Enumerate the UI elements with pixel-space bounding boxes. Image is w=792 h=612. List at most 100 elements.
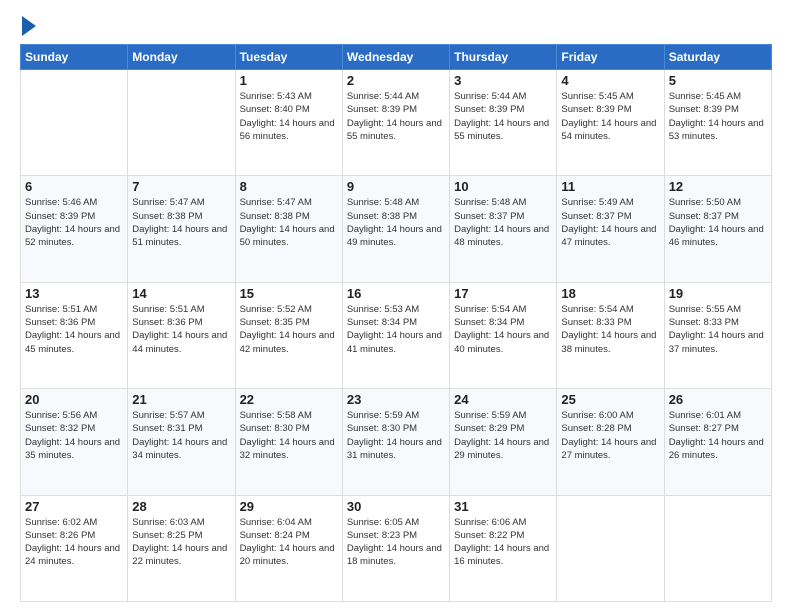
day-number: 30	[347, 499, 445, 514]
day-number: 31	[454, 499, 552, 514]
weekday-header-sunday: Sunday	[21, 45, 128, 70]
calendar-cell: 13Sunrise: 5:51 AMSunset: 8:36 PMDayligh…	[21, 282, 128, 388]
day-info: Sunrise: 5:58 AMSunset: 8:30 PMDaylight:…	[240, 409, 338, 462]
day-info: Sunrise: 5:59 AMSunset: 8:30 PMDaylight:…	[347, 409, 445, 462]
day-info: Sunrise: 5:59 AMSunset: 8:29 PMDaylight:…	[454, 409, 552, 462]
calendar-cell: 25 Sunrise: 6:00 AMSunset: 8:28 PMDayligh…	[557, 389, 664, 495]
day-number: 5	[669, 73, 767, 88]
weekday-header-friday: Friday	[557, 45, 664, 70]
day-info: Sunrise: 5:57 AMSunset: 8:31 PMDaylight:…	[132, 409, 230, 462]
weekday-header-tuesday: Tuesday	[235, 45, 342, 70]
day-number: 26	[669, 392, 767, 407]
calendar-cell: 9 Sunrise: 5:48 AMSunset: 8:38 PMDaylight…	[342, 176, 449, 282]
day-number: 8	[240, 179, 338, 194]
calendar-cell: 16 Sunrise: 5:53 AMSunset: 8:34 PMDayligh…	[342, 282, 449, 388]
day-info: Sunrise: 5:48 AMSunset: 8:37 PMDaylight:…	[454, 196, 552, 249]
day-info: Sunrise: 6:01 AMSunset: 8:27 PMDaylight:…	[669, 409, 767, 462]
weekday-header-thursday: Thursday	[450, 45, 557, 70]
calendar-page: SundayMondayTuesdayWednesdayThursdayFrid…	[0, 0, 792, 612]
calendar-cell: 15 Sunrise: 5:52 AMSunset: 8:35 PMDayligh…	[235, 282, 342, 388]
calendar-cell: 26 Sunrise: 6:01 AMSunset: 8:27 PMDayligh…	[664, 389, 771, 495]
calendar-cell: 2Sunrise: 5:44 AMSunset: 8:39 PMDaylight…	[342, 70, 449, 176]
day-number: 19	[669, 286, 767, 301]
calendar-cell: 21 Sunrise: 5:57 AMSunset: 8:31 PMDayligh…	[128, 389, 235, 495]
day-number: 25	[561, 392, 659, 407]
day-number: 22	[240, 392, 338, 407]
calendar-cell: 3 Sunrise: 5:44 AMSunset: 8:39 PMDaylight…	[450, 70, 557, 176]
calendar-week-5: 27 Sunrise: 6:02 AMSunset: 8:26 PMDayligh…	[21, 495, 772, 601]
calendar-cell: 17Sunrise: 5:54 AMSunset: 8:34 PMDayligh…	[450, 282, 557, 388]
day-info: Sunrise: 5:47 AMSunset: 8:38 PMDaylight:…	[240, 196, 338, 249]
day-number: 18	[561, 286, 659, 301]
calendar-cell	[128, 70, 235, 176]
day-number: 4	[561, 73, 659, 88]
calendar-cell: 8 Sunrise: 5:47 AMSunset: 8:38 PMDaylight…	[235, 176, 342, 282]
day-info: Sunrise: 6:00 AMSunset: 8:28 PMDaylight:…	[561, 409, 659, 462]
day-info: Sunrise: 5:48 AMSunset: 8:38 PMDaylight:…	[347, 196, 445, 249]
calendar-week-4: 20 Sunrise: 5:56 AMSunset: 8:32 PMDayligh…	[21, 389, 772, 495]
day-number: 2	[347, 73, 445, 88]
calendar-cell: 10 Sunrise: 5:48 AMSunset: 8:37 PMDayligh…	[450, 176, 557, 282]
calendar-cell: 6 Sunrise: 5:46 AMSunset: 8:39 PMDaylight…	[21, 176, 128, 282]
day-number: 12	[669, 179, 767, 194]
weekday-header-monday: Monday	[128, 45, 235, 70]
day-info: Sunrise: 5:49 AMSunset: 8:37 PMDaylight:…	[561, 196, 659, 249]
calendar-cell: 1 Sunrise: 5:43 AMSunset: 8:40 PMDaylight…	[235, 70, 342, 176]
calendar-cell	[21, 70, 128, 176]
day-number: 24	[454, 392, 552, 407]
logo-arrow-icon	[22, 16, 36, 36]
day-number: 9	[347, 179, 445, 194]
calendar-cell: 5 Sunrise: 5:45 AMSunset: 8:39 PMDaylight…	[664, 70, 771, 176]
day-info: Sunrise: 6:03 AMSunset: 8:25 PMDaylight:…	[132, 516, 230, 569]
day-number: 21	[132, 392, 230, 407]
calendar-cell: 22 Sunrise: 5:58 AMSunset: 8:30 PMDayligh…	[235, 389, 342, 495]
day-info: Sunrise: 5:45 AMSunset: 8:39 PMDaylight:…	[561, 90, 659, 143]
weekday-header-wednesday: Wednesday	[342, 45, 449, 70]
calendar-cell: 19 Sunrise: 5:55 AMSunset: 8:33 PMDayligh…	[664, 282, 771, 388]
day-info: Sunrise: 5:46 AMSunset: 8:39 PMDaylight:…	[25, 196, 123, 249]
day-info: Sunrise: 5:43 AMSunset: 8:40 PMDaylight:…	[240, 90, 338, 143]
day-info: Sunrise: 5:53 AMSunset: 8:34 PMDaylight:…	[347, 303, 445, 356]
logo	[20, 16, 36, 36]
day-info: Sunrise: 5:44 AMSunset: 8:39 PMDaylight:…	[454, 90, 552, 143]
day-number: 10	[454, 179, 552, 194]
page-header	[20, 16, 772, 36]
calendar-cell: 27 Sunrise: 6:02 AMSunset: 8:26 PMDayligh…	[21, 495, 128, 601]
calendar-cell: 28 Sunrise: 6:03 AMSunset: 8:25 PMDayligh…	[128, 495, 235, 601]
calendar-cell	[557, 495, 664, 601]
calendar-cell	[664, 495, 771, 601]
calendar-cell: 12Sunrise: 5:50 AMSunset: 8:37 PMDayligh…	[664, 176, 771, 282]
day-number: 11	[561, 179, 659, 194]
day-number: 27	[25, 499, 123, 514]
day-number: 6	[25, 179, 123, 194]
day-info: Sunrise: 6:02 AMSunset: 8:26 PMDaylight:…	[25, 516, 123, 569]
calendar-week-3: 13Sunrise: 5:51 AMSunset: 8:36 PMDayligh…	[21, 282, 772, 388]
day-number: 20	[25, 392, 123, 407]
day-number: 3	[454, 73, 552, 88]
day-number: 16	[347, 286, 445, 301]
calendar-week-2: 6 Sunrise: 5:46 AMSunset: 8:39 PMDaylight…	[21, 176, 772, 282]
calendar-cell: 20 Sunrise: 5:56 AMSunset: 8:32 PMDayligh…	[21, 389, 128, 495]
calendar-cell: 14Sunrise: 5:51 AMSunset: 8:36 PMDayligh…	[128, 282, 235, 388]
calendar-week-1: 1 Sunrise: 5:43 AMSunset: 8:40 PMDaylight…	[21, 70, 772, 176]
calendar-cell: 31Sunrise: 6:06 AMSunset: 8:22 PMDayligh…	[450, 495, 557, 601]
calendar-cell: 11 Sunrise: 5:49 AMSunset: 8:37 PMDayligh…	[557, 176, 664, 282]
calendar-cell: 23 Sunrise: 5:59 AMSunset: 8:30 PMDayligh…	[342, 389, 449, 495]
day-info: Sunrise: 5:45 AMSunset: 8:39 PMDaylight:…	[669, 90, 767, 143]
day-info: Sunrise: 5:54 AMSunset: 8:33 PMDaylight:…	[561, 303, 659, 356]
calendar-cell: 24 Sunrise: 5:59 AMSunset: 8:29 PMDayligh…	[450, 389, 557, 495]
day-number: 28	[132, 499, 230, 514]
calendar-cell: 7Sunrise: 5:47 AMSunset: 8:38 PMDaylight…	[128, 176, 235, 282]
day-number: 17	[454, 286, 552, 301]
day-number: 15	[240, 286, 338, 301]
day-number: 23	[347, 392, 445, 407]
calendar-cell: 18 Sunrise: 5:54 AMSunset: 8:33 PMDayligh…	[557, 282, 664, 388]
day-info: Sunrise: 5:47 AMSunset: 8:38 PMDaylight:…	[132, 196, 230, 249]
weekday-header-row: SundayMondayTuesdayWednesdayThursdayFrid…	[21, 45, 772, 70]
day-info: Sunrise: 5:56 AMSunset: 8:32 PMDaylight:…	[25, 409, 123, 462]
calendar-cell: 29Sunrise: 6:04 AMSunset: 8:24 PMDayligh…	[235, 495, 342, 601]
day-info: Sunrise: 5:52 AMSunset: 8:35 PMDaylight:…	[240, 303, 338, 356]
day-info: Sunrise: 5:55 AMSunset: 8:33 PMDaylight:…	[669, 303, 767, 356]
day-number: 1	[240, 73, 338, 88]
calendar-table: SundayMondayTuesdayWednesdayThursdayFrid…	[20, 44, 772, 602]
